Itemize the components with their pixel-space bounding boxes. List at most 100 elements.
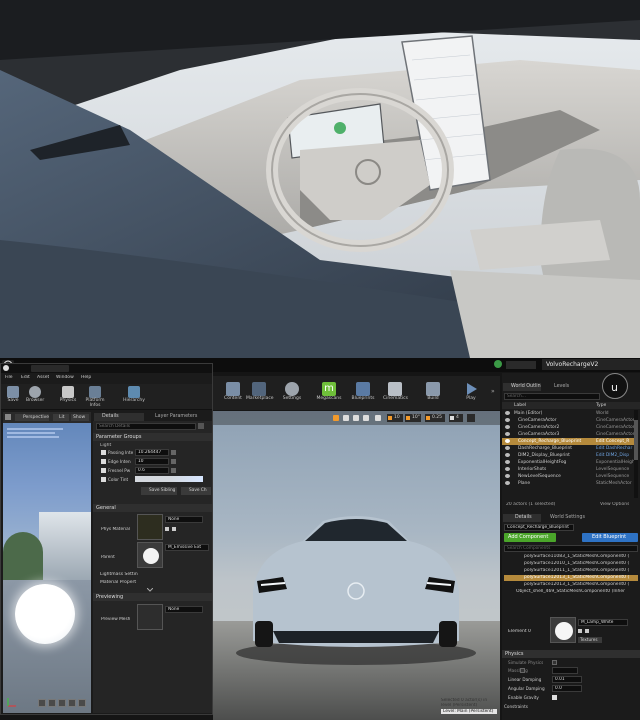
phys-material-thumbnail[interactable] <box>137 514 163 540</box>
textures-button[interactable]: Textures <box>578 637 602 643</box>
cube-icon[interactable] <box>68 699 76 707</box>
lightmass-settings-row[interactable]: Lightmass Settin <box>97 572 197 578</box>
menu-asset[interactable]: Asset <box>37 375 49 380</box>
cinematics-button[interactable]: Cinematics <box>383 382 408 401</box>
world-space-icon[interactable] <box>363 415 369 421</box>
search-components-input[interactable]: Search Components <box>504 545 638 552</box>
maximize-viewport-icon[interactable] <box>467 414 475 422</box>
param-value-field[interactable]: 10.264447 <box>135 449 169 456</box>
menu-edit[interactable]: Edit <box>21 375 30 380</box>
concept-car-model[interactable] <box>213 481 500 671</box>
list-item[interactable]: polySurface12011_1_StaticMeshComponent0 … <box>504 568 638 574</box>
list-item-selected[interactable]: Concept_Recharge_Blueprint Edit Concept_… <box>502 438 634 445</box>
chevron-down-icon[interactable] <box>146 587 154 592</box>
simulate-physics-checkbox[interactable] <box>552 660 557 665</box>
list-item[interactable]: Plane StaticMeshActor <box>502 480 634 487</box>
surface-snap-icon[interactable] <box>375 415 381 421</box>
eye-icon[interactable] <box>505 418 510 422</box>
tab-details-right[interactable]: Details <box>503 514 541 522</box>
grid-snap-button[interactable]: 10 <box>387 414 403 422</box>
cylinder-icon[interactable] <box>38 699 46 707</box>
list-item-selected[interactable]: polySurface12013_1_StaticMeshComponent0 … <box>504 575 638 581</box>
list-item[interactable]: CineCameraActor3 CineCameraActor <box>502 431 634 438</box>
parameter-groups-header[interactable]: Parameter Groups <box>93 433 212 441</box>
mass-checkbox[interactable] <box>520 668 525 673</box>
level-viewport[interactable]: 10 10° 0.25 4 Selected 0 actor(s) in lev… <box>213 411 500 720</box>
list-item[interactable]: CineCameraActor2 CineCameraActor <box>502 424 634 431</box>
perspective-button[interactable]: Perspective <box>15 414 49 421</box>
sphere-icon[interactable] <box>48 699 56 707</box>
eye-icon[interactable] <box>505 467 510 471</box>
reset-arrow-icon[interactable] <box>171 450 176 455</box>
list-item[interactable]: CineCameraActor CineCameraActor <box>502 417 634 424</box>
play-button[interactable]: Play <box>461 382 481 401</box>
outliner-scrollbar[interactable] <box>634 410 638 498</box>
list-item[interactable]: polySurface12010_1_StaticMeshComponent0 … <box>504 561 638 567</box>
tab-project-title[interactable]: VolvoRechargeV2 <box>542 359 640 370</box>
outliner-search-input[interactable]: Search... <box>504 393 600 400</box>
eye-icon[interactable] <box>505 411 510 415</box>
use-selected-icon[interactable] <box>165 527 169 531</box>
preview-mesh-dropdown[interactable]: None <box>165 606 203 613</box>
view-options-button[interactable]: View Options <box>600 502 629 507</box>
tab-levels[interactable]: Levels <box>544 383 578 391</box>
angular-damping-field[interactable]: 0.0 <box>552 685 582 692</box>
lit-button[interactable]: Lit <box>53 414 69 421</box>
material-preview-viewport[interactable]: Perspective Lit Show <box>3 412 91 713</box>
eye-icon[interactable] <box>505 439 510 443</box>
megascans-button[interactable]: m Megascans <box>316 382 342 401</box>
build-button[interactable]: Build <box>423 382 443 401</box>
list-item[interactable]: InteriorShots LevelSequence <box>502 466 634 473</box>
tab-details[interactable]: Details <box>94 413 144 421</box>
list-item[interactable]: ExponentialHeightFog ExponentialHeightF <box>502 459 634 466</box>
blueprints-button[interactable]: Blueprints <box>351 382 375 401</box>
teapot-icon[interactable] <box>78 699 86 707</box>
param-value-field[interactable]: 0.6 <box>135 467 169 474</box>
label-column-header[interactable]: Label <box>514 402 526 409</box>
param-checkbox[interactable] <box>101 468 106 473</box>
physics-button[interactable]: Physics <box>59 386 77 403</box>
general-section-header[interactable]: General <box>93 504 212 512</box>
eye-icon[interactable] <box>505 453 510 457</box>
show-button[interactable]: Show <box>71 414 89 421</box>
save-button[interactable]: Save <box>6 386 20 403</box>
add-component-button[interactable]: Add Component <box>504 533 556 542</box>
tab-layer-parameters[interactable]: Layer Parameters <box>147 413 211 421</box>
scale-icon[interactable] <box>353 415 359 421</box>
list-item[interactable]: polySurface11083_1_StaticMeshComponent0 … <box>504 554 638 560</box>
eye-icon[interactable] <box>505 446 510 450</box>
parent-thumbnail[interactable] <box>137 542 163 568</box>
param-checkbox[interactable] <box>101 459 106 464</box>
element-material-dropdown[interactable]: M_Lamp_White <box>578 619 628 626</box>
marketplace-button[interactable]: Marketplace <box>246 382 274 401</box>
use-selected-icon[interactable] <box>578 629 582 633</box>
eye-icon[interactable] <box>505 481 510 485</box>
save-child-button[interactable]: Save Ch <box>181 487 211 495</box>
constraints-row[interactable]: Constraints <box>504 704 634 711</box>
browse-icon[interactable] <box>172 527 176 531</box>
list-item[interactable]: DashRecharge_Blueprint Edit DashRechar <box>502 445 634 452</box>
rotation-snap-button[interactable]: 10° <box>405 414 421 422</box>
enable-gravity-checkbox[interactable] <box>552 695 557 700</box>
eye-icon[interactable] <box>505 460 510 464</box>
rotate-icon[interactable] <box>343 415 349 421</box>
element-material-thumbnail[interactable] <box>550 617 576 643</box>
material-tab[interactable] <box>31 365 69 372</box>
eye-icon[interactable] <box>505 432 510 436</box>
selected-actor-name[interactable]: Concept_Recharge_Blueprint <box>504 524 574 531</box>
platform-infos-button[interactable]: Platform Infos <box>83 386 107 408</box>
camera-speed-button[interactable]: 4 <box>449 414 463 422</box>
source-control-icon[interactable] <box>494 360 502 368</box>
list-item[interactable]: polySurface12013_1_StaticMeshComponent0 … <box>504 582 638 588</box>
list-item[interactable]: DIM2_Display_Blueprint Edit DIM2_Disp <box>502 452 634 459</box>
mass-field[interactable] <box>552 667 578 674</box>
reset-arrow-icon[interactable] <box>171 459 176 464</box>
translate-icon[interactable] <box>333 415 339 421</box>
menu-help[interactable]: Help <box>81 375 91 380</box>
param-checkbox[interactable] <box>101 477 106 482</box>
parent-dropdown[interactable]: M_Emissive Ext <box>165 544 209 551</box>
previewing-section-header[interactable]: Previewing <box>93 593 212 601</box>
param-value-field[interactable]: 10 <box>135 458 169 465</box>
list-item[interactable]: NewLevelSequence LevelSequence <box>502 473 634 480</box>
reset-arrow-icon[interactable] <box>171 468 176 473</box>
